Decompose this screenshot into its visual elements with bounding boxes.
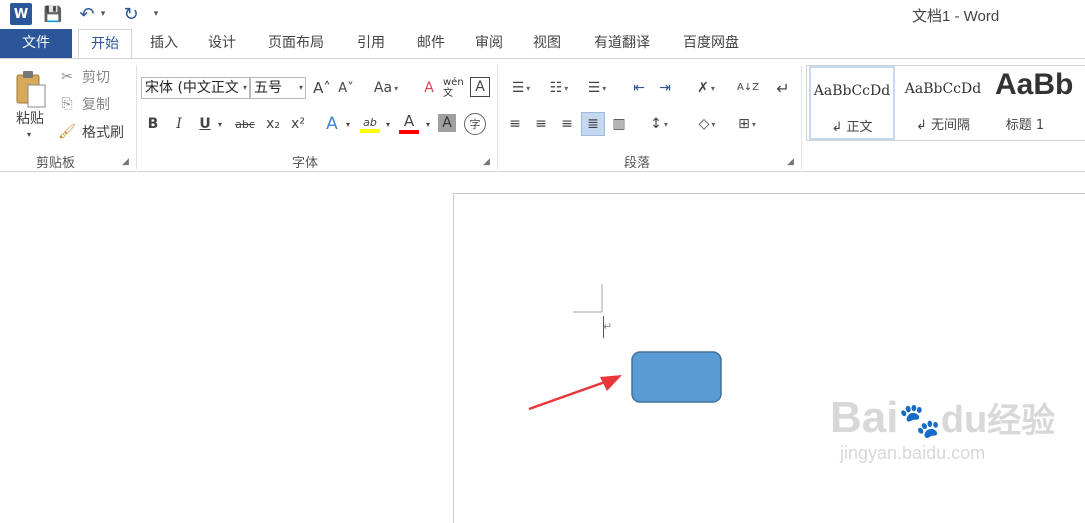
margin-corner-mark [573, 284, 603, 313]
watermark-brand2: du [940, 399, 988, 441]
red-arrow-head-icon [600, 375, 622, 391]
watermark-brand: Bai [830, 393, 899, 442]
baidu-jingyan-watermark: Bai🐾du经验 jingyan.baidu.com [830, 393, 1055, 464]
rounded-rectangle-shape[interactable] [631, 351, 722, 403]
watermark-jingyan: 经验 [987, 402, 1056, 440]
red-arrow-shaft [528, 379, 609, 411]
paragraph-mark: ↵ [603, 320, 613, 333]
text-cursor [603, 316, 604, 338]
paw-icon: 🐾 [898, 402, 941, 440]
watermark-url: jingyan.baidu.com [840, 443, 986, 463]
